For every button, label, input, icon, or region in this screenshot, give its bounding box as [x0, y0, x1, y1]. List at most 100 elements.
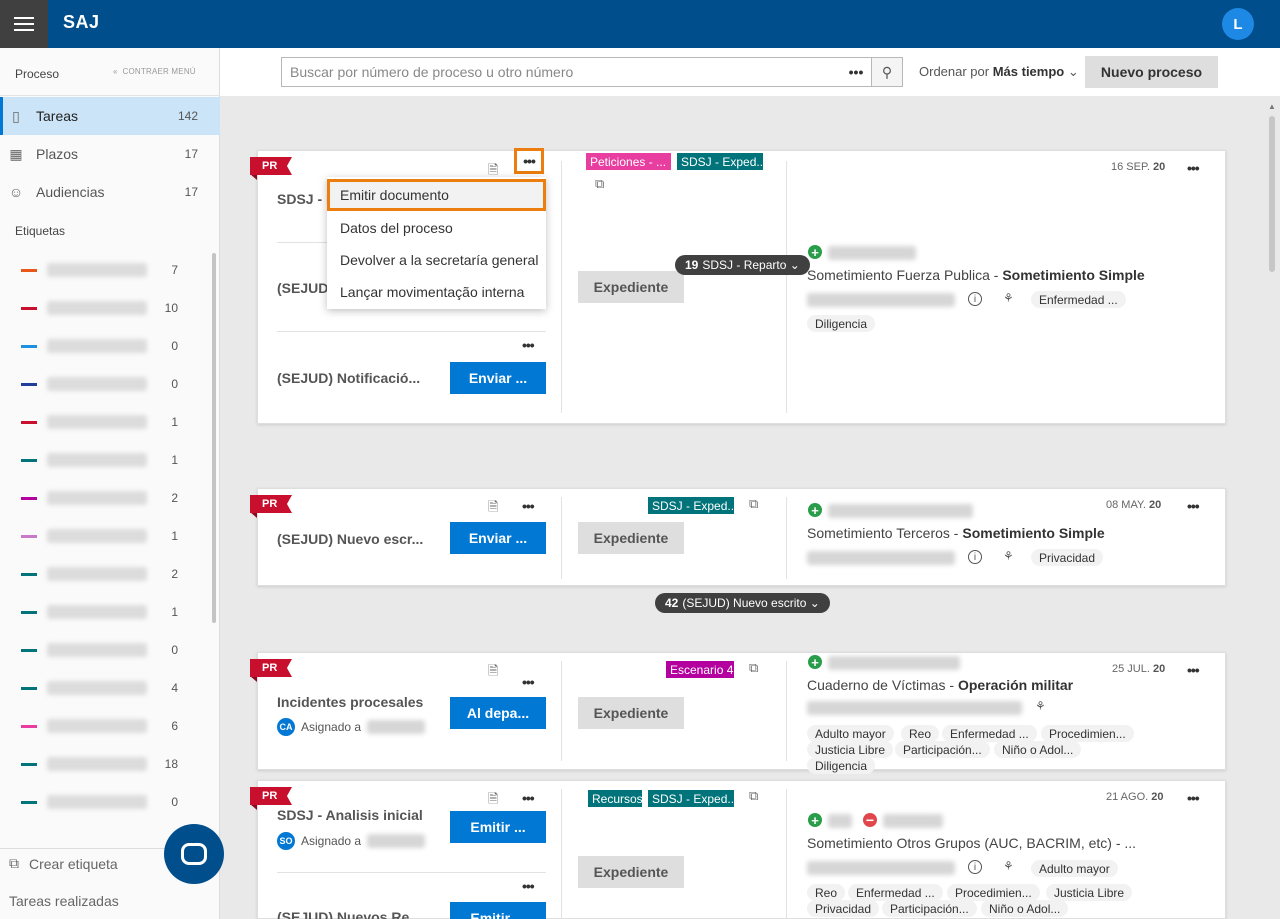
process-card: 🗎 ••• SDSJ - Analisis inicial SO Asignad… — [257, 780, 1226, 919]
search-input[interactable]: Buscar por número de proceso u otro núme… — [281, 57, 872, 87]
process-label[interactable]: SDSJ - Exped... — [648, 497, 734, 514]
tag-item[interactable]: 1 — [0, 593, 210, 631]
tag-item[interactable]: 1 — [0, 517, 210, 555]
menu-item-datos-del-proceso[interactable]: Datos del proceso — [327, 212, 546, 244]
tag-item[interactable]: 0 — [0, 783, 210, 821]
tag-add-icon[interactable]: ⧉ — [749, 660, 758, 676]
bookmark-icon: ▯ — [12, 107, 20, 124]
menu-item-devolver-secretaria[interactable]: Devolver a la secretaría general — [327, 244, 546, 276]
process-title[interactable]: Sometimiento Terceros - Sometimiento Sim… — [807, 525, 1105, 541]
process-more-button[interactable]: ••• — [1187, 161, 1200, 175]
process-label[interactable]: Recursos — [588, 790, 642, 807]
hierarchy-icon[interactable]: ⚘ — [1035, 699, 1046, 713]
done-tasks-link[interactable]: Tareas realizadas — [9, 893, 119, 909]
process-date: 21 AGO. 20 — [1106, 791, 1164, 803]
tag-name — [47, 643, 147, 657]
tag-item[interactable]: 10 — [0, 289, 210, 327]
sidebar-item-audiencias[interactable]: ☺ Audiencias 17 — [0, 173, 220, 211]
order-by-dropdown[interactable]: Ordenar por Más tiempo ⌄ — [919, 64, 1079, 80]
remove-party-icon[interactable]: − — [863, 813, 877, 827]
process-title[interactable]: Sometimiento Otros Grupos (AUC, BACRIM, … — [807, 835, 1136, 851]
step-pill[interactable]: 42 (SEJUD) Nuevo escrito ⌄ — [655, 593, 830, 613]
add-party-icon[interactable]: + — [808, 245, 822, 259]
collapse-menu-label: CONTRAER MENÚ — [122, 67, 196, 76]
main-scrollbar[interactable]: ▲ — [1265, 100, 1279, 919]
info-icon[interactable]: i — [968, 550, 982, 564]
tag-item[interactable]: 6 — [0, 707, 210, 745]
step-pill[interactable]: 19 SDSJ - Reparto ⌄ — [675, 255, 810, 275]
tag-item[interactable]: 18 — [0, 745, 210, 783]
tag-color-swatch — [21, 724, 37, 728]
tags-list: 7 10 0 0 1 1 2 1 2 1 0 4 6 18 0 — [0, 251, 220, 841]
user-avatar[interactable]: L — [1222, 8, 1254, 40]
task-title[interactable]: (SEJUD) Nuevos Re... — [277, 909, 437, 919]
tag-name — [47, 301, 147, 315]
tag-item[interactable]: 0 — [0, 631, 210, 669]
menu-item-emitir-documento[interactable]: Emitir documento — [327, 179, 546, 211]
info-icon[interactable]: i — [968, 292, 982, 306]
send-button[interactable]: Enviar ... — [450, 522, 546, 554]
sidebar-item-plazos[interactable]: ▦ Plazos 17 — [0, 135, 220, 173]
send-button[interactable]: Enviar ... — [450, 362, 546, 394]
process-more-button[interactable]: ••• — [1187, 499, 1200, 513]
sidebar-scrollbar[interactable] — [212, 253, 216, 623]
task-title[interactable]: SDSJ - Analisis inicial — [277, 807, 447, 823]
process-more-button[interactable]: ••• — [1187, 663, 1200, 677]
process-more-button[interactable]: ••• — [1187, 791, 1200, 805]
hierarchy-icon[interactable]: ⚘ — [1003, 549, 1014, 563]
task-title[interactable]: (SEJUD) Notificació... — [277, 370, 437, 386]
tag-item[interactable]: 7 — [0, 251, 210, 289]
tag-color-swatch — [21, 648, 37, 652]
sidebar-item-tareas[interactable]: ▯ Tareas 142 — [0, 97, 220, 135]
hierarchy-icon[interactable]: ⚘ — [1003, 291, 1014, 305]
tag-add-icon[interactable]: ⧉ — [749, 496, 758, 512]
send-to-button[interactable]: Al depa... — [450, 697, 546, 729]
tag-item[interactable]: 4 — [0, 669, 210, 707]
task-more-button[interactable]: ••• — [522, 791, 535, 805]
process-label[interactable]: Peticiones - ... — [586, 153, 671, 170]
tag-item[interactable]: 1 — [0, 403, 210, 441]
add-party-icon[interactable]: + — [808, 813, 822, 827]
process-label[interactable]: SDSJ - Exped... — [648, 790, 734, 807]
collapse-menu-button[interactable]: « CONTRAER MENÚ — [113, 67, 196, 76]
tag-item[interactable]: 0 — [0, 327, 210, 365]
chat-launcher-icon[interactable] — [164, 824, 224, 884]
process-label[interactable]: SDSJ - Exped... — [677, 153, 763, 170]
expediente-button[interactable]: Expediente — [578, 522, 684, 554]
task-more-button[interactable]: ••• — [522, 879, 535, 893]
tag-item[interactable]: 0 — [0, 365, 210, 403]
tag-add-icon[interactable]: ⧉ — [749, 788, 758, 804]
hierarchy-icon[interactable]: ⚘ — [1003, 859, 1014, 873]
tag-item[interactable]: 1 — [0, 441, 210, 479]
search-button[interactable]: ⚲ — [871, 57, 903, 87]
info-icon[interactable]: i — [968, 860, 982, 874]
menu-item-lancar-movimentacao[interactable]: Lançar movimentação interna — [327, 276, 546, 308]
add-party-icon[interactable]: + — [808, 503, 822, 517]
tag-add-icon[interactable]: ⧉ — [595, 176, 604, 192]
add-party-icon[interactable]: + — [808, 655, 822, 669]
emit-button[interactable]: Emitir ... — [450, 902, 546, 919]
party-name — [828, 656, 960, 670]
hamburger-menu-icon[interactable] — [0, 0, 48, 48]
task-more-button-highlighted[interactable]: ••• — [514, 148, 544, 174]
tag-count: 4 — [171, 681, 178, 695]
task-more-button[interactable]: ••• — [522, 675, 535, 689]
tag-item[interactable]: 2 — [0, 555, 210, 593]
process-title[interactable]: Sometimiento Fuerza Publica - Sometimien… — [807, 267, 1145, 283]
emit-button[interactable]: Emitir ... — [450, 811, 546, 843]
tag-chip: Procedimien... — [947, 884, 1040, 901]
expediente-button[interactable]: Expediente — [578, 271, 684, 303]
process-label[interactable]: Escenario 4 — [666, 661, 734, 678]
tag-color-swatch — [21, 534, 37, 538]
task-more-button[interactable]: ••• — [522, 338, 535, 352]
task-title[interactable]: (SEJUD) Nuevo escr... — [277, 531, 437, 547]
process-title[interactable]: Cuaderno de Víctimas - Operación militar — [807, 677, 1073, 693]
new-process-button[interactable]: Nuevo proceso — [1085, 56, 1218, 88]
expediente-button[interactable]: Expediente — [578, 856, 684, 888]
expediente-button[interactable]: Expediente — [578, 697, 684, 729]
search-more-button[interactable]: ••• — [840, 57, 872, 87]
tag-item[interactable]: 2 — [0, 479, 210, 517]
task-more-button[interactable]: ••• — [522, 499, 535, 513]
task-title[interactable]: Incidentes procesales — [277, 694, 447, 710]
tag-name — [47, 681, 147, 695]
